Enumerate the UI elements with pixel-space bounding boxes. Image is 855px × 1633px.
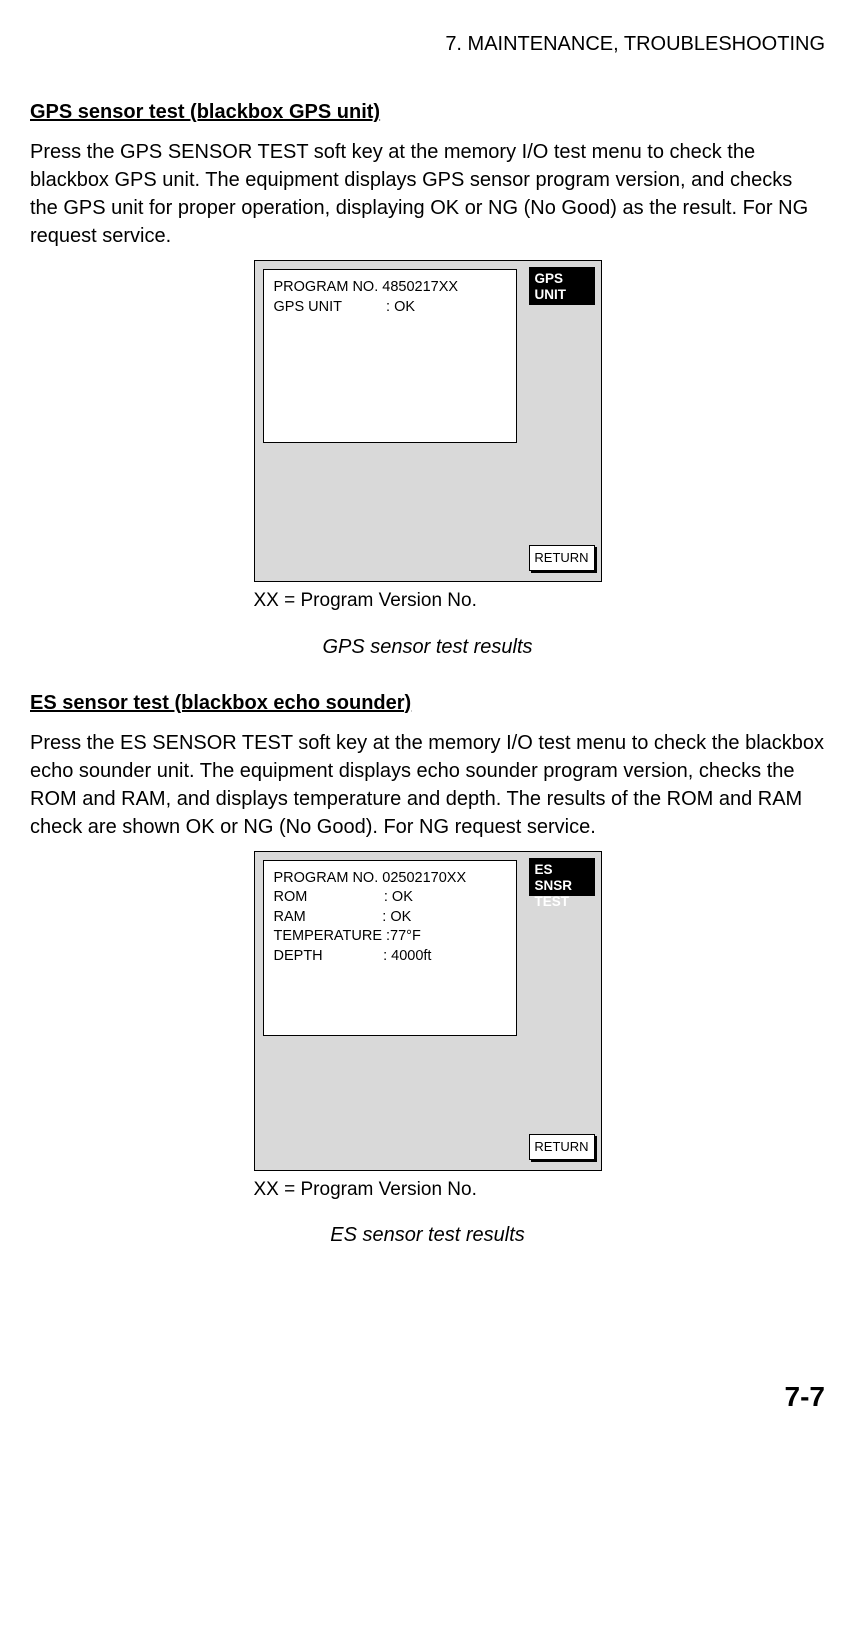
figure-note-2: XX = Program Version No. — [254, 1177, 602, 1204]
es-line-5: DEPTH : 4000ft — [274, 947, 506, 967]
softkey-gps-unit[interactable]: GPS UNIT — [529, 267, 595, 305]
gps-info-box: PROGRAM NO. 4850217XX GPS UNIT : OK — [263, 269, 517, 443]
figure-es: PROGRAM NO. 02502170XX ROM : OK RAM : OK… — [30, 851, 825, 1258]
softkey-return-2[interactable]: RETURN — [529, 1134, 595, 1160]
es-test-body: Press the ES SENSOR TEST soft key at the… — [30, 729, 825, 841]
figure-gps: PROGRAM NO. 4850217XX GPS UNIT : OK GPS … — [30, 260, 825, 669]
gps-line-2: GPS UNIT : OK — [274, 298, 506, 318]
es-screen: PROGRAM NO. 02502170XX ROM : OK RAM : OK… — [254, 851, 602, 1171]
gps-line-1: PROGRAM NO. 4850217XX — [274, 278, 506, 298]
softkey-return-1[interactable]: RETURN — [529, 545, 595, 571]
softkey-es-l1: ES SNSR — [535, 862, 589, 894]
es-line-4: TEMPERATURE :77°F — [274, 927, 506, 947]
chapter-header: 7. MAINTENANCE, TROUBLESHOOTING — [30, 30, 825, 58]
softkey-es-l2: TEST — [535, 894, 589, 910]
es-line-2: ROM : OK — [274, 888, 506, 908]
softkey-es-snsr-test[interactable]: ES SNSR TEST — [529, 858, 595, 896]
gps-screen: PROGRAM NO. 4850217XX GPS UNIT : OK GPS … — [254, 260, 602, 582]
es-line-1: PROGRAM NO. 02502170XX — [274, 869, 506, 889]
es-info-box: PROGRAM NO. 02502170XX ROM : OK RAM : OK… — [263, 860, 517, 1036]
gps-test-heading: GPS sensor test (blackbox GPS unit) — [30, 98, 825, 126]
softkey-gps-unit-l2: UNIT — [535, 287, 589, 303]
softkey-gps-unit-l1: GPS — [535, 271, 589, 287]
figure-caption-1: GPS sensor test results — [322, 633, 532, 661]
gps-test-body: Press the GPS SENSOR TEST soft key at th… — [30, 138, 825, 250]
figure-caption-2: ES sensor test results — [330, 1221, 525, 1249]
page-number: 7-7 — [30, 1377, 825, 1416]
es-test-heading: ES sensor test (blackbox echo sounder) — [30, 689, 825, 717]
figure-note-1: XX = Program Version No. — [254, 588, 602, 615]
es-line-3: RAM : OK — [274, 908, 506, 928]
